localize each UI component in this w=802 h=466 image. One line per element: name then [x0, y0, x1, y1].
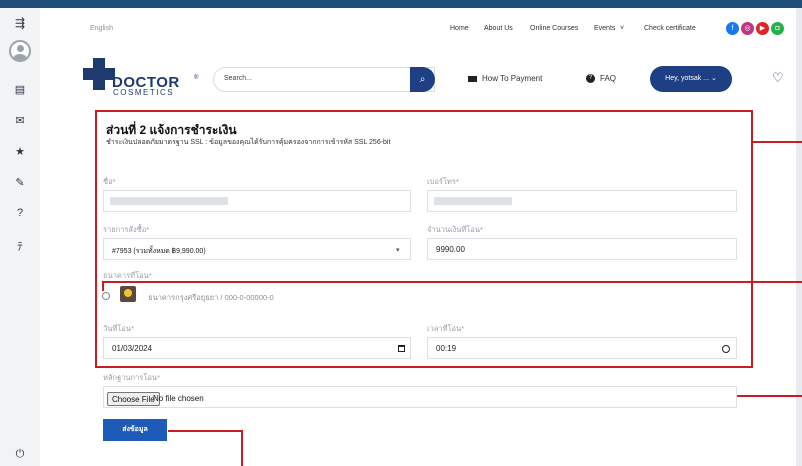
annotation-line — [168, 430, 243, 432]
question-icon: ? — [586, 74, 595, 84]
order-label: รายการสั่งซื้อ* — [103, 225, 150, 234]
nav-check-certificate[interactable]: Check certificate — [644, 25, 696, 32]
user-menu-button[interactable]: Hey, yotsak ... ⌄ — [650, 66, 732, 92]
pen-icon[interactable]: ✎ — [0, 176, 40, 189]
nav-events[interactable]: Events — [594, 25, 615, 32]
name-label: ชื่อ* — [103, 177, 116, 186]
heart-icon[interactable]: ♡ — [772, 70, 784, 86]
top-strip — [0, 0, 802, 8]
youtube-icon[interactable]: ▶ — [756, 22, 769, 35]
order-value: #7953 (รวมทั้งหมด ฿9,990.00) — [112, 248, 206, 255]
how-to-payment-link[interactable]: How To Payment — [468, 74, 542, 83]
instagram-icon[interactable]: ◎ — [741, 22, 754, 35]
time-value: 00:19 — [436, 344, 457, 353]
time-field[interactable]: 00:19 — [427, 337, 737, 359]
logo-subtitle: COSMETICS — [113, 88, 175, 97]
choose-file-button[interactable]: Choose File — [107, 392, 160, 406]
logo-cross-icon[interactable] — [83, 58, 115, 90]
annotation-line — [241, 430, 243, 466]
annotation-line — [102, 281, 104, 291]
line-icon[interactable]: ◘ — [771, 22, 784, 35]
faq-label: FAQ — [600, 74, 617, 83]
clock-icon[interactable] — [722, 345, 730, 353]
faq-link[interactable]: ? FAQ — [586, 74, 617, 84]
no-file-text: No file chosen — [153, 394, 204, 403]
krungsri-bank-logo — [120, 286, 136, 302]
date-value: 01/03/2024 — [112, 344, 153, 353]
mail-icon[interactable]: ✉ — [0, 114, 40, 127]
bank-label: ธนาคารที่โอน* — [103, 271, 152, 280]
card-icon — [468, 75, 477, 82]
amount-value: 9990.00 — [436, 245, 465, 254]
name-field[interactable] — [103, 190, 411, 212]
search-input[interactable]: Search... — [213, 67, 435, 92]
annotation-line — [753, 141, 802, 143]
power-icon[interactable]: ⏻ — [0, 448, 40, 461]
nav-online-courses[interactable]: Online Courses — [530, 25, 578, 32]
right-edge — [796, 8, 802, 466]
how-to-payment-label: How To Payment — [482, 74, 543, 83]
redacted-value — [434, 197, 512, 205]
star-icon[interactable]: ★ — [0, 145, 40, 158]
sidebar: ⇶ ▤ ✉ ★ ✎ ? ﾃ ⏻ — [0, 8, 40, 466]
annotation-line — [102, 281, 802, 283]
chevron-down-icon: ˅ — [620, 25, 625, 32]
order-select[interactable]: #7953 (รวมทั้งหมด ฿9,990.00) ▾ — [103, 238, 411, 260]
amount-label: จำนวนเงินที่โอน* — [427, 225, 483, 234]
redacted-value — [110, 197, 228, 205]
avatar[interactable] — [9, 40, 31, 62]
logo-registered: ® — [194, 75, 199, 81]
nav-home[interactable]: Home — [450, 25, 469, 32]
help-icon[interactable]: ? — [0, 207, 40, 219]
nav-about-us[interactable]: About Us — [484, 25, 513, 32]
orders-icon[interactable]: ▤ — [0, 83, 40, 96]
search-placeholder: Search... — [224, 75, 253, 82]
date-label: วันที่โอน* — [103, 324, 134, 333]
language-selector[interactable]: English — [90, 25, 113, 32]
phone-field[interactable] — [427, 190, 737, 212]
bank-radio[interactable] — [102, 292, 110, 300]
search-icon[interactable]: ⌕ — [410, 67, 435, 92]
date-field[interactable]: 01/03/2024 — [103, 337, 411, 359]
calendar-icon[interactable] — [398, 345, 405, 352]
amount-field[interactable]: 9990.00 — [427, 238, 737, 260]
phone-label: เบอร์โทร* — [427, 177, 459, 186]
facebook-icon[interactable]: f — [726, 22, 739, 35]
form-subtitle: ชำระเงินปลอดภัยมาตรฐาน SSL : ข้อมูลของคุ… — [106, 139, 391, 146]
time-label: เวลาที่โอน* — [427, 324, 465, 333]
bank-option-label: ธนาคารกรุงศรีอยุธยา / 000-0-00000-0 — [148, 293, 274, 302]
medal-icon[interactable]: ﾃ — [0, 238, 40, 254]
submit-button[interactable]: ส่งข้อมูล — [103, 419, 167, 441]
proof-label: หลักฐานการโอน* — [103, 373, 160, 382]
menu-toggle-icon[interactable]: ⇶ — [0, 16, 40, 30]
chevron-down-icon: ▾ — [396, 247, 400, 254]
